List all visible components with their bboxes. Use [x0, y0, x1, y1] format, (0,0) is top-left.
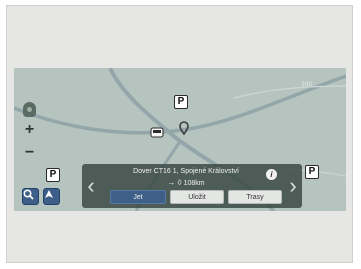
distance-row: → ◊ 108km — [104, 178, 268, 187]
parking-badge[interactable]: P — [174, 95, 188, 109]
map-view[interactable]: 200 P + − P ‹ › Dover CT16 1, Spojené Kr… — [14, 68, 346, 211]
parking-badge[interactable]: P — [305, 165, 319, 179]
save-button[interactable]: Uložit — [170, 190, 224, 204]
car-icon — [150, 126, 164, 138]
arrow-icon — [45, 190, 53, 198]
parking-badge[interactable]: P — [46, 168, 60, 182]
search-button[interactable] — [22, 188, 39, 205]
magnifier-icon — [23, 189, 34, 200]
zoom-out-button[interactable]: − — [22, 144, 37, 160]
current-position-button[interactable] — [43, 188, 60, 205]
chevron-left-icon[interactable]: ‹ — [85, 168, 97, 204]
route-arrow-icon: → ◊ — [167, 178, 182, 187]
info-icon[interactable]: i — [266, 169, 277, 180]
go-button[interactable]: Jet — [110, 190, 166, 204]
zoom-in-button[interactable]: + — [22, 121, 37, 137]
compass-icon[interactable] — [23, 102, 36, 117]
road-label: 200 — [301, 82, 312, 88]
routes-button[interactable]: Trasy — [228, 190, 282, 204]
chevron-right-icon[interactable]: › — [287, 168, 299, 204]
destination-address: Dover CT16 1, Spojené Království — [133, 168, 239, 175]
pin-icon — [179, 121, 189, 135]
distance-value: 108km — [183, 180, 205, 187]
destination-panel: ‹ › Dover CT16 1, Spojené Království → ◊… — [82, 164, 302, 208]
